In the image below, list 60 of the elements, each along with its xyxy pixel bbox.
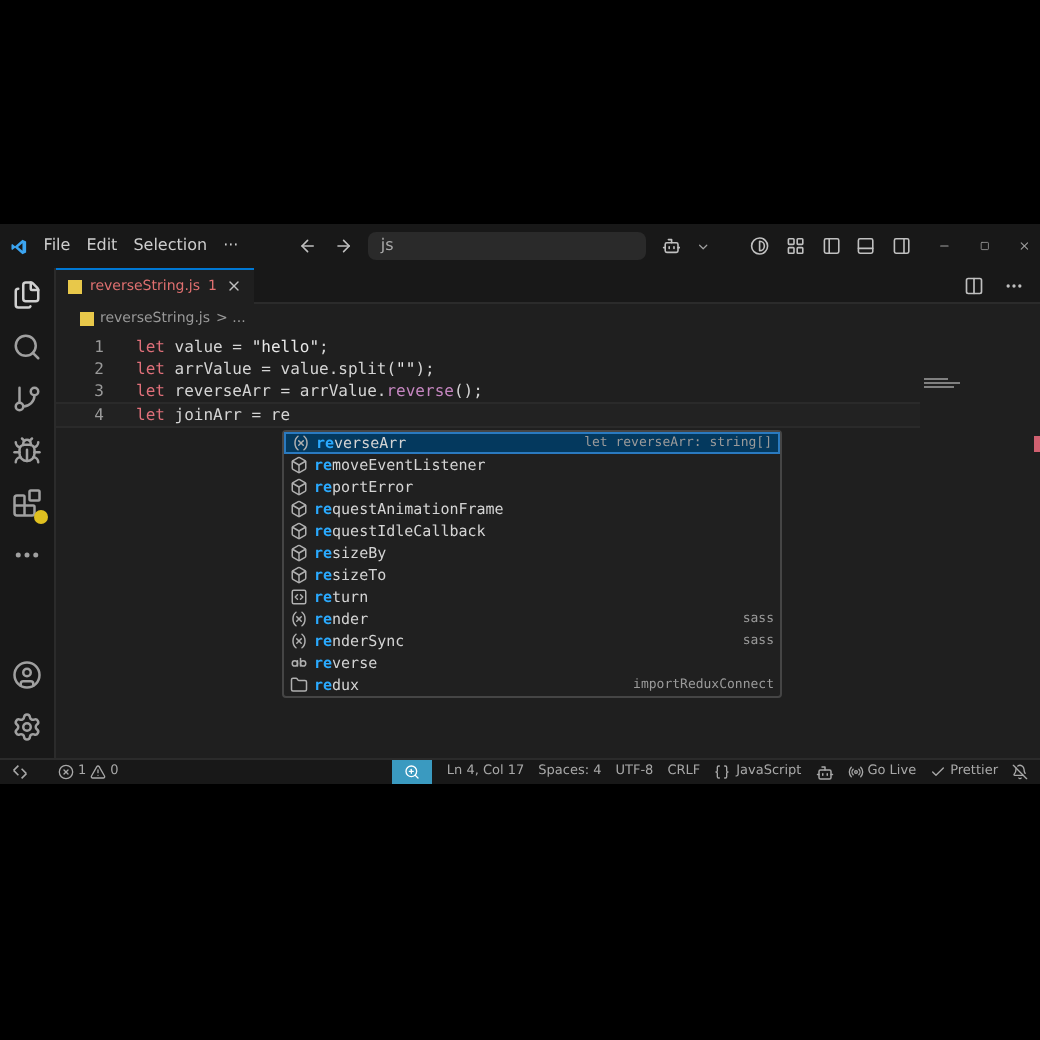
- line-number: 4: [92, 404, 104, 426]
- js-file-icon: [68, 279, 82, 293]
- menu-item[interactable]: Selection: [133, 234, 208, 258]
- panel-bottom-icon[interactable]: [856, 234, 876, 258]
- warning-badge: [34, 510, 48, 524]
- cube-icon: [290, 478, 308, 496]
- settings-icon[interactable]: [12, 712, 42, 742]
- app-logo-icon: [10, 235, 28, 257]
- variable-icon: [290, 632, 308, 650]
- cube-icon: [290, 566, 308, 584]
- blocks-icon[interactable]: [12, 488, 42, 518]
- remote-icon[interactable]: [12, 764, 28, 780]
- bug-icon[interactable]: [12, 436, 42, 466]
- zoom-icon: [404, 764, 421, 780]
- braces-icon[interactable]: [714, 764, 731, 780]
- menu-item[interactable]: Edit: [86, 234, 118, 258]
- bell-off-icon[interactable]: [1012, 764, 1028, 780]
- half-circle-icon[interactable]: [750, 234, 771, 258]
- text-icon: [290, 654, 308, 672]
- folder-icon: [290, 676, 308, 694]
- forward-arrow-icon[interactable]: [333, 234, 353, 258]
- robot-icon[interactable]: [815, 763, 834, 781]
- close-icon[interactable]: [1017, 238, 1031, 254]
- menu-item[interactable]: ···: [223, 234, 239, 258]
- error-icon[interactable]: [58, 764, 74, 780]
- line-number: 1: [92, 336, 104, 358]
- menu-item[interactable]: File: [43, 234, 71, 258]
- warning-icon[interactable]: [90, 764, 107, 780]
- cube-icon: [290, 456, 308, 474]
- split-editor-icon[interactable]: [964, 275, 984, 295]
- maximize-icon[interactable]: [979, 240, 990, 252]
- cube-icon: [290, 522, 308, 540]
- layout-icon[interactable]: [786, 234, 806, 258]
- line-number: 3: [92, 380, 104, 402]
- zoom-button[interactable]: [392, 760, 433, 784]
- command-search-field[interactable]: js: [368, 232, 646, 260]
- js-file-icon: [80, 311, 94, 325]
- account-icon[interactable]: [12, 660, 42, 690]
- robot-icon[interactable]: [661, 234, 681, 258]
- broadcast-icon[interactable]: [847, 764, 864, 780]
- error-marker: [1034, 436, 1040, 452]
- branch-icon[interactable]: [12, 384, 42, 414]
- search-icon[interactable]: [12, 332, 42, 362]
- variable-icon: [290, 610, 308, 628]
- cube-icon: [290, 500, 308, 518]
- keyword-icon: [290, 588, 308, 606]
- files-icon[interactable]: [12, 280, 42, 310]
- back-arrow-icon[interactable]: [298, 234, 318, 258]
- panel-left-icon[interactable]: [821, 234, 841, 258]
- panel-right-icon[interactable]: [891, 234, 911, 258]
- variable-icon: [292, 434, 310, 452]
- code-line: let reverseArr = arrValue.reverse();: [136, 380, 483, 402]
- check-icon[interactable]: [930, 764, 947, 780]
- code-line: let value = "hello";: [136, 336, 329, 358]
- line-number: 2: [92, 358, 104, 380]
- minimap-drawing: [924, 378, 960, 388]
- cube-icon: [290, 544, 308, 562]
- code-line: let arrValue = value.split("");: [136, 358, 435, 380]
- code-line: let joinArr = re: [136, 404, 291, 426]
- close-tab-icon[interactable]: [225, 278, 241, 294]
